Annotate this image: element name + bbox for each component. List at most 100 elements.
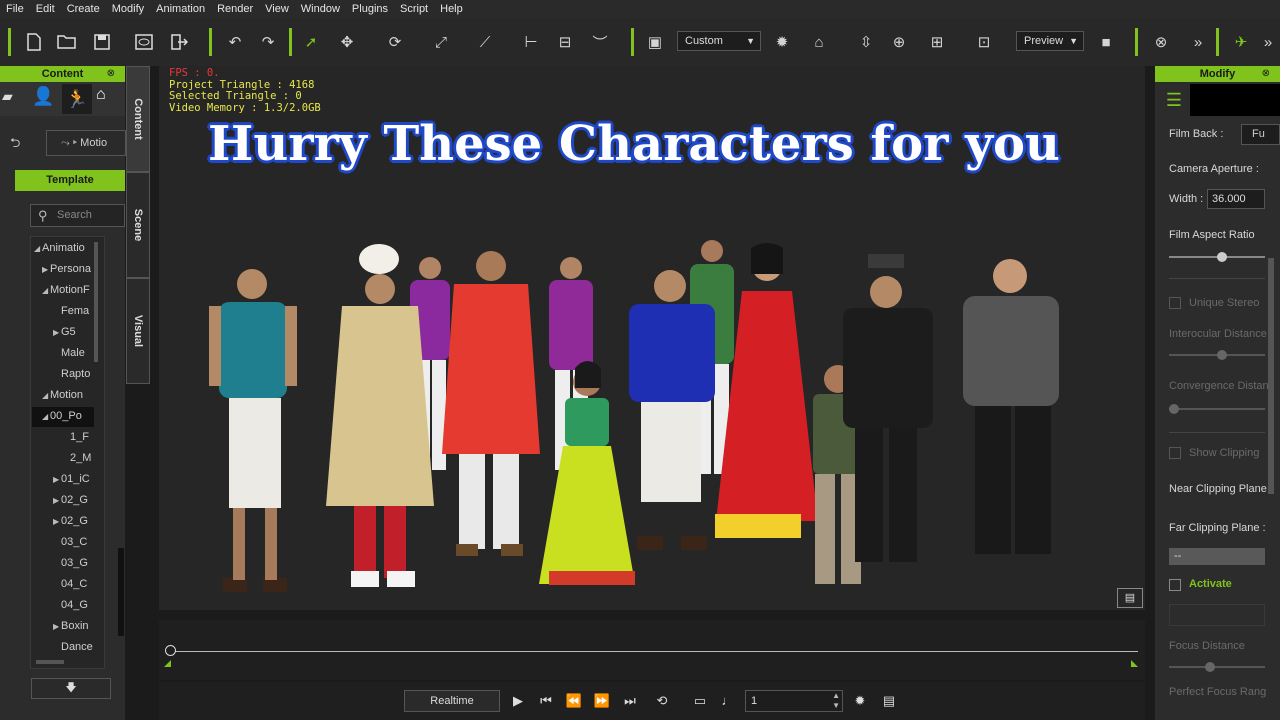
save-icon[interactable] [92,32,112,52]
menu-view[interactable]: View [259,0,295,18]
scale-icon[interactable]: ⤢ [431,32,451,52]
rotate-icon[interactable]: ⟳ [385,32,405,52]
activate-checkbox[interactable] [1169,579,1181,591]
skip-to-start-icon[interactable]: ⏮ [537,692,555,710]
next-frame-icon[interactable]: ⏩ [593,692,611,710]
zoom-extents-icon[interactable]: ⊕ [889,32,909,52]
menu-create[interactable]: Create [61,0,106,18]
new-file-icon[interactable] [24,32,44,52]
menu-window[interactable]: Window [295,0,346,18]
tree-item[interactable]: 2_M [70,452,91,464]
tree-item[interactable]: Fema [61,305,89,317]
far-clipping-plane-input[interactable]: -- [1169,548,1265,565]
close-icon[interactable]: ⊗ [107,66,115,82]
scene-tab-icon[interactable]: ⌂ [96,86,120,110]
pick-parent-icon[interactable]: ⟋ [475,32,495,52]
tree-scrollbar[interactable] [94,242,98,362]
select-arrow-icon[interactable]: ➚ [301,32,321,52]
sun-light-icon[interactable]: ✹ [772,32,792,52]
menu-help[interactable]: Help [434,0,469,18]
tree-item[interactable]: 04_C [61,578,87,590]
menu-file[interactable]: File [0,0,30,18]
slider-handle[interactable] [1217,350,1227,360]
previous-frame-icon[interactable]: ⏪ [565,692,583,710]
film-back-dropdown[interactable]: Fu [1241,124,1280,145]
toolbar-overflow-right-button[interactable]: » [1258,32,1278,52]
slider-handle[interactable] [1205,662,1215,672]
tree-horizontal-scrollbar[interactable] [36,660,64,664]
menu-script[interactable]: Script [394,0,434,18]
template-tab[interactable]: Template [15,170,125,191]
preview-eye-icon[interactable] [134,32,154,52]
dof-preset-field[interactable] [1169,604,1265,626]
slider-handle[interactable] [1169,404,1179,414]
download-arrow-button[interactable]: 🡇 [31,678,111,699]
camera-icon[interactable]: ■ [1096,32,1116,52]
tree-item[interactable]: 03_C [61,536,87,548]
tree-item[interactable]: Male [61,347,85,359]
timeline-panel-icon[interactable]: ▤ [880,692,898,710]
tree-item[interactable]: Rapto [61,368,90,380]
distribute-icon[interactable]: ⊟ [555,32,575,52]
tree-item[interactable]: ▶ 02_G [53,515,88,527]
tree-item[interactable]: ◢ Motion [42,389,83,401]
avatar-tab-icon[interactable]: 👤 [32,86,54,110]
frame-selected-icon[interactable]: ⊞ [927,32,947,52]
screenshot-icon[interactable]: ⊡ [974,32,994,52]
preset-dropdown[interactable]: Custom ▼ [677,31,761,51]
export-icon[interactable] [169,32,189,52]
close-icon[interactable]: ⊗ [1262,66,1270,82]
motion-button[interactable]: ⤳ ▸ Motio [46,130,126,156]
search-input[interactable]: ⚲ Search [30,204,125,227]
slider-handle[interactable] [1217,252,1227,262]
layout-icon[interactable]: ▣ [645,32,665,52]
project-tab-icon[interactable]: ▰ [2,88,20,108]
tree-item[interactable]: 04_G [61,599,88,611]
panel-scrollbar[interactable] [118,548,124,636]
timeline[interactable] [159,620,1145,680]
tree-item[interactable]: ▶ 02_G [53,494,88,506]
preview-dropdown[interactable]: Preview ▼ [1016,31,1084,51]
home-icon[interactable]: ⌂ [809,32,829,52]
tree-item[interactable]: ▶ Persona [42,263,91,275]
toolbar-overflow-button[interactable]: » [1188,32,1208,52]
tree-item[interactable]: ▶ G5 [53,326,76,338]
audio-note-icon[interactable]: ♩ [719,692,737,710]
back-arrow-icon[interactable]: ⮌ [10,134,20,156]
tree-item[interactable]: ▶ 01_iC [53,473,90,485]
frame-number-input[interactable]: 1 ▲ ▼ [745,690,843,712]
redo-icon[interactable]: ↷ [258,32,278,52]
subtitle-icon[interactable]: ▭ [691,692,709,710]
focus-distance-slider[interactable] [1169,662,1265,672]
menu-edit[interactable]: Edit [30,0,61,18]
settings-sun-icon[interactable]: ✹ [851,692,869,710]
menu-render[interactable]: Render [211,0,259,18]
modify-panel-scrollbar[interactable] [1268,258,1274,494]
menu-animation[interactable]: Animation [150,0,211,18]
tab-scene[interactable]: Scene [126,172,150,278]
motion-puppet-icon[interactable]: ✈ [1231,32,1251,52]
transform-gizmo-icon[interactable]: ⊗ [1151,32,1171,52]
realtime-dropdown[interactable]: Realtime [404,690,500,712]
motion-tab-icon[interactable]: 🏃 [62,84,92,114]
tab-content[interactable]: Content [126,66,150,172]
tab-visual[interactable]: Visual [126,278,150,384]
menu-plugins[interactable]: Plugins [346,0,394,18]
start-marker-icon[interactable] [164,660,171,667]
width-input[interactable]: 36.000 [1207,189,1265,209]
sliders-icon[interactable]: ☰ [1159,84,1189,116]
hide-icon[interactable]: ︶ [590,32,610,52]
loop-icon[interactable]: ⟲ [653,692,671,710]
fit-vertical-icon[interactable]: ⇳ [856,32,876,52]
film-aspect-slider[interactable] [1169,252,1265,262]
timeline-playhead[interactable] [165,645,176,656]
tree-item[interactable]: ◢ Animatio [34,242,85,254]
stepper-arrows-icon[interactable]: ▲ ▼ [832,691,840,711]
move-icon[interactable]: ✥ [337,32,357,52]
tree-item[interactable]: 1_F [70,431,89,443]
play-icon[interactable]: ▶ [509,692,527,710]
show-clipping-checkbox[interactable] [1169,447,1181,459]
interocular-slider[interactable] [1169,350,1265,360]
tree-item[interactable]: ▶ Boxin [53,620,89,632]
open-folder-icon[interactable] [57,32,77,52]
